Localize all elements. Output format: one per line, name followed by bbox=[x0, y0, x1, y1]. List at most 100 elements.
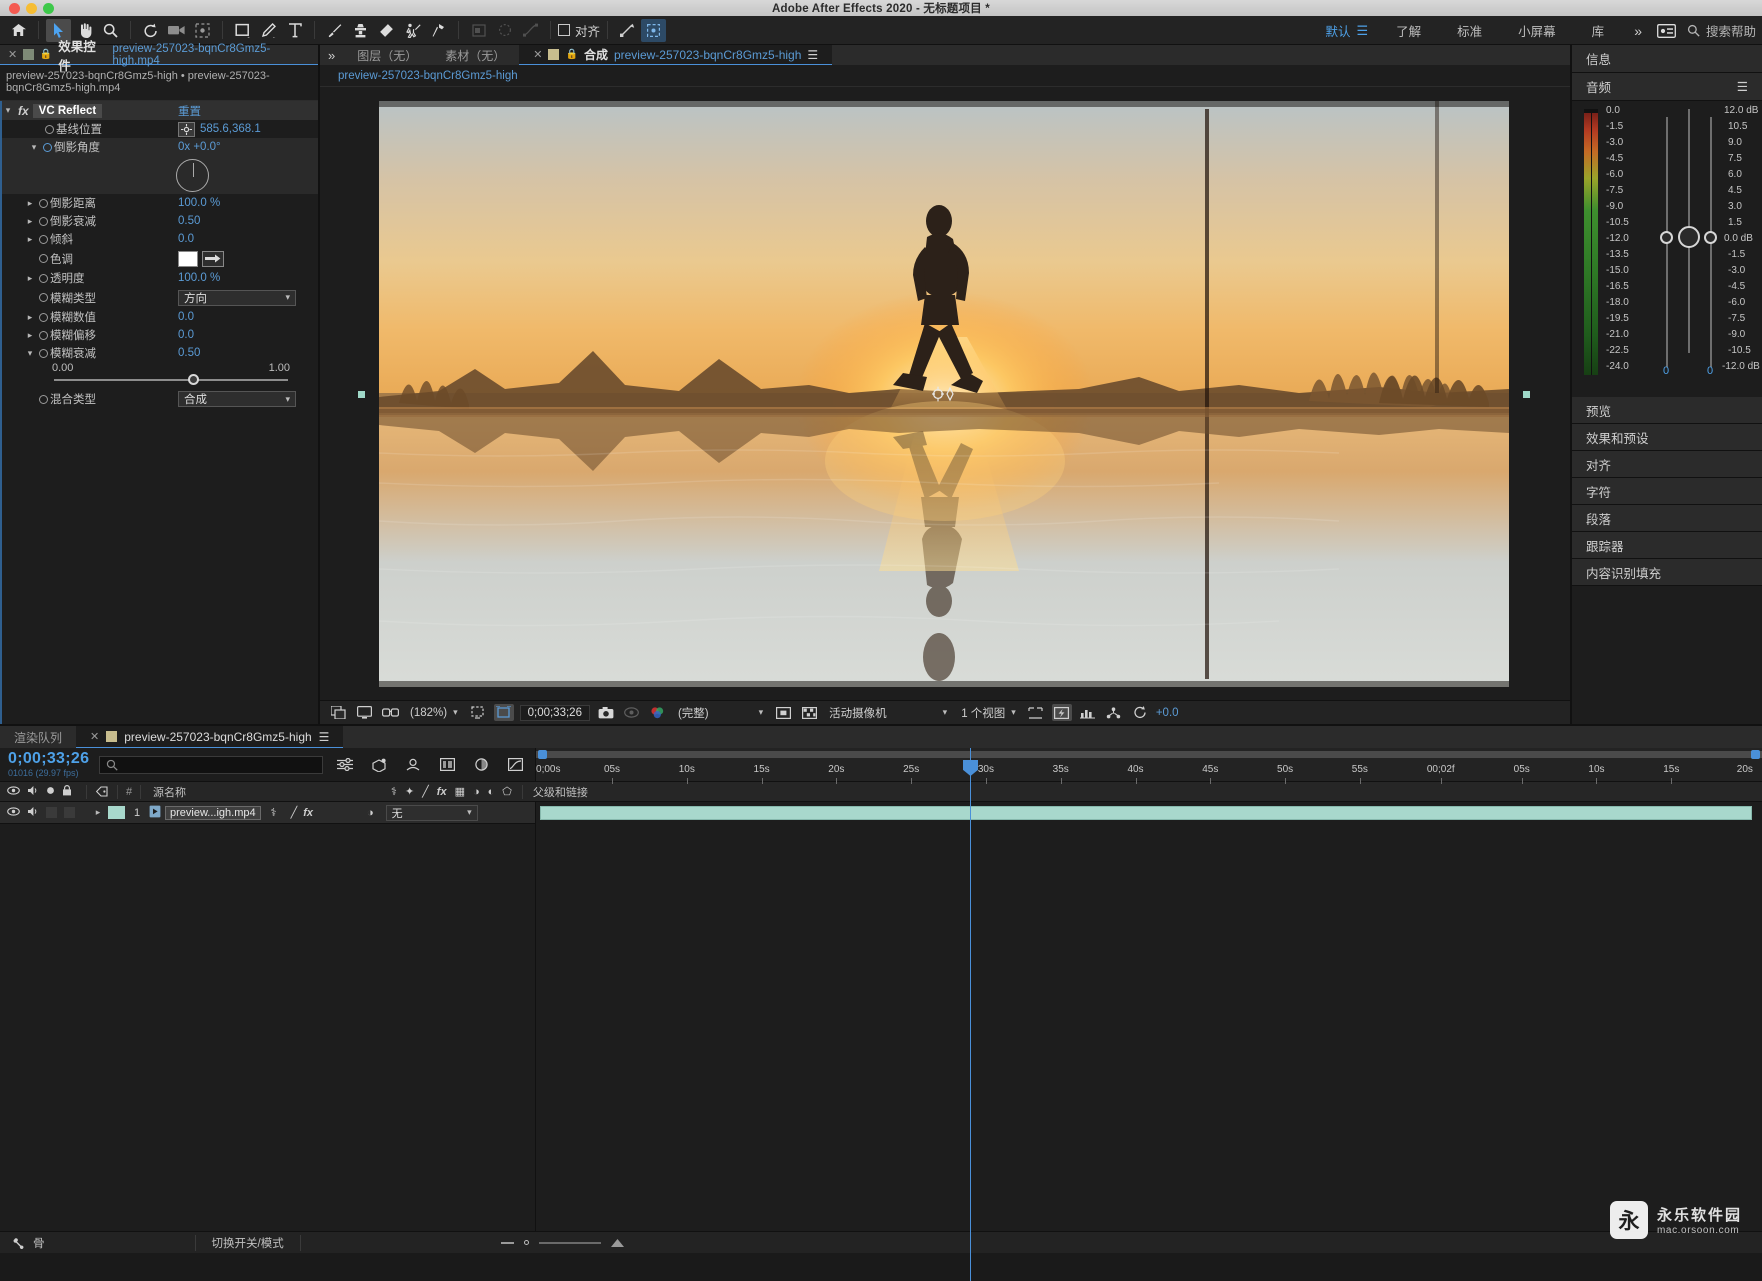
property-value[interactable]: 0.50 bbox=[178, 215, 200, 227]
stopwatch-icon[interactable] bbox=[40, 142, 54, 152]
lock-icon[interactable]: 🔒 bbox=[40, 49, 52, 60]
exposure-value[interactable]: +0.0 bbox=[1156, 707, 1179, 719]
effect-header-row[interactable]: ▾ fx VC Reflect 重置 bbox=[2, 101, 318, 120]
workspace-library[interactable]: 库 bbox=[1574, 16, 1623, 45]
composition-frame[interactable] bbox=[358, 87, 1530, 700]
property-row-reflect-distance[interactable]: ▸ 倒影距离 100.0 % bbox=[2, 194, 318, 212]
info-panel-tab[interactable]: 信息 bbox=[1572, 45, 1762, 73]
fast-preview-icon[interactable] bbox=[1051, 704, 1072, 721]
snap-checkbox[interactable] bbox=[558, 24, 570, 36]
workspace-standard[interactable]: 标准 bbox=[1439, 16, 1500, 45]
stopwatch-icon[interactable] bbox=[36, 330, 50, 340]
timeline-zoom-slider[interactable] bbox=[500, 1237, 624, 1249]
brush-tool-icon[interactable] bbox=[322, 19, 347, 42]
workspace-menu-icon[interactable]: ☰ bbox=[1356, 23, 1378, 39]
panel-tab-tracker[interactable]: 跟踪器 bbox=[1572, 532, 1762, 559]
label-color-chip[interactable] bbox=[108, 806, 125, 819]
view-count-select[interactable]: 1 个视图 ▾ bbox=[957, 705, 1020, 721]
lock-icon[interactable] bbox=[62, 784, 72, 799]
blur-type-dropdown[interactable]: 方向 ▾ bbox=[178, 289, 296, 306]
stopwatch-icon[interactable] bbox=[36, 198, 50, 208]
channel-rgb-icon[interactable] bbox=[648, 704, 668, 721]
magnet-snap-icon[interactable] bbox=[615, 19, 640, 42]
quality-select[interactable]: (完整) ▾ bbox=[674, 705, 767, 721]
layer-switches[interactable] bbox=[0, 806, 86, 820]
property-value[interactable]: 100.0 % bbox=[178, 197, 220, 209]
close-icon[interactable]: ✕ bbox=[8, 48, 17, 61]
help-search[interactable]: 搜索帮助 bbox=[1687, 21, 1756, 40]
stopwatch-icon[interactable] bbox=[36, 394, 50, 404]
property-value[interactable]: 585.6,368.1 bbox=[200, 123, 261, 135]
tab-footage[interactable]: 素材（无） bbox=[431, 45, 519, 65]
pen-tool-icon[interactable] bbox=[256, 19, 281, 42]
fx-icon[interactable]: fx bbox=[437, 786, 447, 798]
tab-composition[interactable]: ✕ 🔒 合成 preview-257023-bqnCr8Gmz5-high ☰ bbox=[519, 45, 833, 65]
3d-glasses-icon[interactable] bbox=[380, 704, 400, 721]
table-row[interactable]: ▸ 1 preview...igh.mp4 ⚕ ╱ fx ◑ 无 ▾ bbox=[0, 802, 535, 824]
property-value[interactable]: 0.0 bbox=[178, 233, 194, 245]
property-value[interactable]: 0.0 bbox=[178, 329, 194, 341]
composition-viewer[interactable] bbox=[320, 87, 1570, 700]
effect-controls-tab[interactable]: ✕ 🔒 效果控件 preview-257023-bqnCr8Gmz5-high.… bbox=[0, 40, 318, 73]
fader-knob-right[interactable] bbox=[1704, 231, 1717, 244]
property-value[interactable]: 100.0 % bbox=[178, 272, 220, 284]
reset-exposure-icon[interactable] bbox=[1130, 704, 1150, 721]
chevron-down-icon[interactable]: ▾ bbox=[2, 105, 14, 116]
current-timecode[interactable]: 0;00;33;26 bbox=[519, 704, 590, 721]
toggle-mask-icon[interactable] bbox=[773, 704, 793, 721]
panel-menu-icon[interactable]: ☰ bbox=[1737, 79, 1748, 94]
blend-type-dropdown[interactable]: 合成 ▾ bbox=[178, 391, 296, 407]
stopwatch-icon[interactable] bbox=[36, 254, 50, 263]
property-row-tilt[interactable]: ▸ 倾斜 0.0 bbox=[2, 230, 318, 248]
panel-tab-align[interactable]: 对齐 bbox=[1572, 451, 1762, 478]
parent-link-header[interactable]: 父级和链接 bbox=[523, 784, 588, 800]
stopwatch-icon[interactable] bbox=[36, 216, 50, 226]
graph-editor-icon[interactable] bbox=[503, 754, 527, 776]
chevron-right-icon[interactable]: ▸ bbox=[24, 216, 36, 227]
bone-toggle[interactable]: 骨 bbox=[0, 1235, 45, 1251]
eraser-tool-icon[interactable] bbox=[374, 19, 399, 42]
puppet-pin-tool-icon[interactable] bbox=[426, 19, 451, 42]
collapse-transform-icon[interactable]: ✦ bbox=[405, 785, 414, 798]
panel-expand-icon[interactable]: » bbox=[320, 45, 343, 65]
parent-select[interactable]: 无 ▾ bbox=[385, 804, 478, 821]
panel-menu-icon[interactable]: ☰ bbox=[807, 48, 818, 62]
fx-icon[interactable]: fx bbox=[303, 807, 313, 819]
timeline-graph-icon[interactable] bbox=[1078, 704, 1098, 721]
tab-render-queue[interactable]: 渲染队列 bbox=[0, 726, 76, 748]
clone-stamp-tool-icon[interactable] bbox=[348, 19, 373, 42]
quality-icon[interactable]: ╱ bbox=[422, 785, 429, 798]
property-row-blur-type[interactable]: 模糊类型 方向 ▾ bbox=[2, 287, 318, 308]
fader-knob-master[interactable] bbox=[1678, 226, 1700, 248]
slider-track[interactable] bbox=[54, 379, 288, 381]
hide-shy-layers-icon[interactable] bbox=[401, 754, 425, 776]
source-name-header[interactable]: 源名称 bbox=[141, 784, 391, 800]
zoom-track[interactable] bbox=[538, 1241, 601, 1244]
tab-comp-timeline[interactable]: ✕ preview-257023-bqnCr8Gmz5-high ☰ bbox=[76, 726, 344, 748]
frame-blend-icon[interactable]: ▦ bbox=[455, 785, 465, 798]
shy-icon[interactable]: ⚕ bbox=[271, 806, 277, 819]
effect-reset-button[interactable]: 重置 bbox=[178, 103, 201, 119]
roto-brush-tool-icon[interactable] bbox=[400, 19, 425, 42]
layer-duration-bar[interactable] bbox=[540, 806, 1752, 820]
transparency-grid-icon[interactable] bbox=[799, 704, 819, 721]
bezier-path-icon[interactable] bbox=[518, 19, 543, 42]
chevron-right-icon[interactable]: ▸ bbox=[92, 807, 104, 818]
workspace-small-screen[interactable]: 小屏幕 bbox=[1500, 16, 1574, 45]
motion-blur-icon[interactable] bbox=[469, 754, 493, 776]
timeline-search-input[interactable] bbox=[99, 755, 323, 774]
rotation-tool-icon[interactable] bbox=[138, 19, 163, 42]
pixel-aspect-correction-icon[interactable] bbox=[1026, 704, 1046, 721]
layer-name[interactable]: preview...igh.mp4 bbox=[165, 805, 261, 820]
position-picker-button[interactable] bbox=[178, 121, 195, 137]
quality-icon[interactable]: ╱ bbox=[291, 806, 298, 819]
eye-icon[interactable] bbox=[7, 785, 20, 798]
work-area-bar[interactable] bbox=[536, 751, 1762, 758]
align-left-icon[interactable] bbox=[466, 19, 491, 42]
property-row-blur-falloff[interactable]: ▾ 模糊衰减 0.50 bbox=[2, 344, 318, 362]
fader-value-right[interactable]: 0 bbox=[1707, 365, 1713, 377]
chevron-down-icon[interactable]: ▾ bbox=[24, 348, 36, 359]
current-time-indicator-track[interactable] bbox=[970, 802, 971, 1231]
fader-knob-left[interactable] bbox=[1660, 231, 1673, 244]
property-row-opacity[interactable]: ▸ 透明度 100.0 % bbox=[2, 269, 318, 287]
